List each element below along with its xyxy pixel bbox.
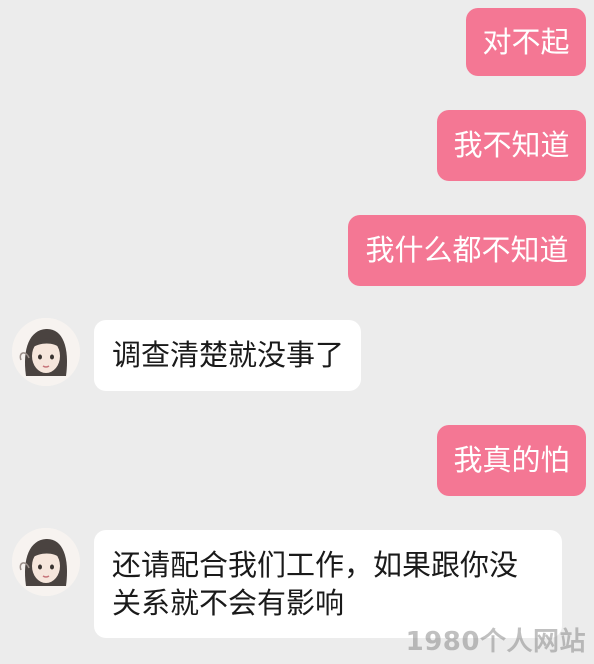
watermark: 1980个人网站 [405, 627, 586, 657]
message-text: 还请配合我们工作，如果跟你没关系就不会有影响 [112, 548, 519, 620]
message-bubble-sent[interactable]: 对不起 [466, 8, 586, 76]
message-text: 调查清楚就没事了 [112, 338, 345, 372]
girl-avatar-icon [12, 528, 80, 596]
message-bubble-sent[interactable]: 我不知道 [437, 110, 586, 181]
girl-avatar-icon [12, 318, 80, 386]
message-text: 我不知道 [453, 128, 570, 162]
contact-avatar[interactable] [12, 528, 80, 596]
message-text: 对不起 [482, 25, 570, 59]
contact-avatar[interactable] [12, 318, 80, 386]
message-text: 我什么都不知道 [365, 233, 569, 267]
message-bubble-sent[interactable]: 我什么都不知道 [348, 215, 586, 286]
message-bubble-received[interactable]: 调查清楚就没事了 [94, 320, 361, 391]
message-text: 我真的怕 [453, 443, 570, 477]
message-bubble-sent[interactable]: 我真的怕 [437, 425, 586, 496]
